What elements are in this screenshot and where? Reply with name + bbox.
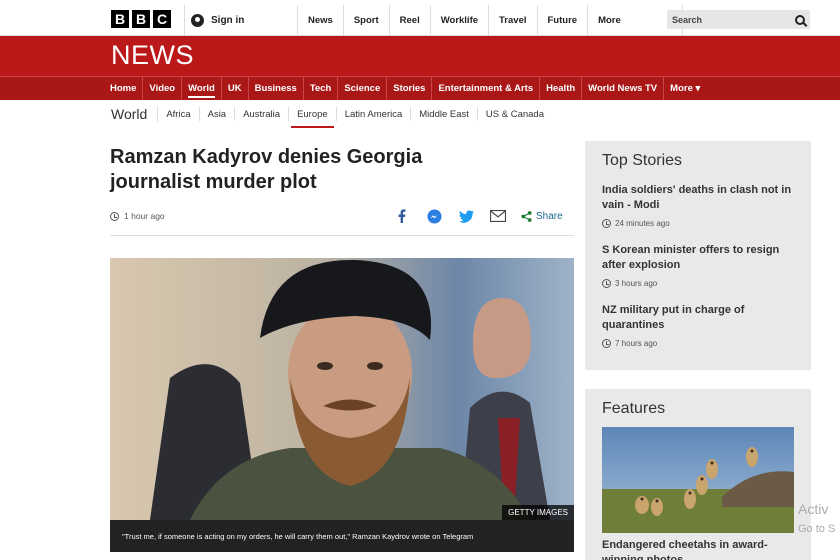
search-icon[interactable] [795, 14, 805, 25]
photo-credit: GETTY IMAGES [502, 505, 574, 520]
news-banner: NEWS [0, 36, 840, 76]
feature-image[interactable] [602, 427, 794, 533]
article-divider [110, 235, 574, 236]
search-placeholder: Search [672, 14, 703, 25]
features-title: Features [602, 400, 666, 417]
sub-nav-africa[interactable]: Africa [158, 107, 200, 121]
sub-nav-europe[interactable]: Europe [289, 107, 337, 128]
top-story-time-text: 7 hours ago [615, 339, 658, 348]
section-title[interactable]: World [111, 106, 159, 122]
windows-activation-watermark: Activ Go to S [798, 499, 835, 539]
signin-label: Sign in [211, 14, 245, 26]
main-nav-science[interactable]: Science [338, 77, 388, 100]
logo-letter: B [132, 10, 150, 28]
top-story-time: 7 hours ago [602, 339, 797, 348]
clock-icon [602, 339, 611, 348]
search-input[interactable]: Search [667, 10, 810, 29]
top-stories-title: Top Stories [602, 152, 683, 169]
main-nav-entertainment[interactable]: Entertainment & Arts [432, 77, 541, 100]
cheetah-illustration [602, 427, 794, 533]
photo-caption: "Trust me, if someone is acting on my or… [110, 520, 574, 552]
main-nav-world-news-tv[interactable]: World News TV [582, 77, 665, 100]
top-story-time: 3 hours ago [602, 279, 797, 288]
top-story-item[interactable]: India soldiers' deaths in clash not in v… [602, 183, 797, 228]
main-nav-world[interactable]: World [182, 77, 222, 100]
top-story-title[interactable]: S Korean minister offers to resign after… [602, 243, 797, 273]
main-nav-home[interactable]: Home [104, 77, 144, 100]
article-meta: 1 hour ago [110, 211, 165, 221]
main-nav-tech[interactable]: Tech [304, 77, 339, 100]
clock-icon [602, 219, 611, 228]
main-nav-uk[interactable]: UK [222, 77, 249, 100]
main-nav-video[interactable]: Video [143, 77, 183, 100]
top-stories-panel: Top Stories India soldiers' deaths in cl… [585, 141, 811, 370]
top-nav: News Sport Reel Worklife Travel Future M… [297, 5, 684, 35]
share-button[interactable]: Share [521, 211, 563, 222]
clock-icon [602, 279, 611, 288]
bbc-logo[interactable]: B B C [111, 10, 171, 28]
top-story-item[interactable]: NZ military put in charge of quarantines… [602, 303, 797, 348]
sub-nav-us-canada[interactable]: US & Canada [478, 107, 552, 121]
top-nav-reel[interactable]: Reel [388, 5, 430, 35]
top-nav-news[interactable]: News [297, 5, 343, 35]
twitter-icon[interactable] [457, 208, 475, 224]
top-story-time: 24 minutes ago [602, 219, 797, 228]
email-icon[interactable] [489, 208, 507, 224]
sub-nav-asia[interactable]: Asia [200, 107, 236, 121]
main-nav-business[interactable]: Business [249, 77, 304, 100]
watermark-line: Activ [798, 501, 829, 517]
top-nav-travel[interactable]: Travel [488, 5, 536, 35]
share-icon [521, 210, 532, 222]
article-time: 1 hour ago [124, 211, 165, 221]
signin-button[interactable]: Sign in [184, 5, 296, 35]
sub-nav-latin-america[interactable]: Latin America [337, 107, 412, 121]
portrait-illustration [110, 258, 574, 520]
share-bar: Share [393, 208, 563, 224]
main-nav-health[interactable]: Health [540, 77, 583, 100]
top-nav-future[interactable]: Future [536, 5, 588, 35]
top-bar: B B C Sign in News Sport Reel Worklife T… [0, 0, 840, 36]
article-photo: GETTY IMAGES [110, 258, 574, 520]
features-panel: Features Endangered cheetahs in award-wi… [585, 389, 811, 560]
main-nav: Home Video World UK Business Tech Scienc… [0, 76, 840, 100]
world-sub-nav: World Africa Asia Australia Europe Latin… [111, 103, 552, 128]
top-story-title[interactable]: NZ military put in charge of quarantines [602, 303, 797, 333]
top-nav-worklife[interactable]: Worklife [429, 5, 488, 35]
main-nav-stories[interactable]: Stories [387, 77, 433, 100]
article-headline: Ramzan Kadyrov denies Georgia journalist… [110, 146, 423, 193]
top-story-item[interactable]: S Korean minister offers to resign after… [602, 243, 797, 288]
user-icon [191, 13, 204, 27]
sub-nav-australia[interactable]: Australia [235, 107, 290, 121]
watermark-line: Go to S [798, 523, 836, 535]
top-story-title[interactable]: India soldiers' deaths in clash not in v… [602, 183, 797, 213]
top-nav-sport[interactable]: Sport [342, 5, 389, 35]
share-label: Share [536, 210, 563, 222]
top-story-time-text: 3 hours ago [615, 279, 658, 288]
news-title[interactable]: NEWS [111, 40, 194, 71]
clock-icon [110, 211, 119, 221]
logo-letter: C [153, 10, 171, 28]
main-nav-more[interactable]: More ▾ [664, 77, 706, 100]
messenger-icon[interactable] [425, 208, 443, 224]
feature-title[interactable]: Endangered cheetahs in award-winning pho… [602, 538, 794, 560]
top-story-time-text: 24 minutes ago [615, 219, 670, 228]
facebook-icon[interactable] [393, 208, 411, 224]
logo-letter: B [111, 10, 129, 28]
top-nav-more-label: More [598, 14, 621, 26]
sub-nav-middle-east[interactable]: Middle East [411, 107, 478, 121]
